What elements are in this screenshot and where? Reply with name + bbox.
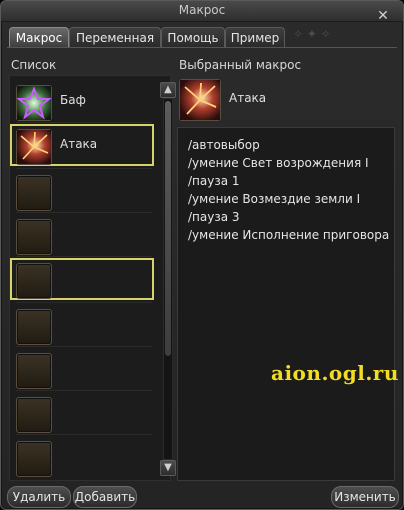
- ornament-icon: ✧ ✦ ✧: [293, 27, 331, 41]
- row-divider: [16, 302, 152, 303]
- empty-slot-icon: [16, 353, 52, 389]
- list-item-highlight[interactable]: [10, 258, 154, 300]
- scroll-up-icon[interactable]: ▲: [160, 82, 176, 98]
- row-divider: [16, 346, 152, 347]
- close-icon[interactable]: ✕: [375, 8, 391, 24]
- empty-slot-icon: [16, 397, 52, 433]
- list-item[interactable]: [10, 348, 154, 390]
- tab-help[interactable]: Помощь: [161, 27, 225, 48]
- row-divider: [16, 390, 152, 391]
- scroll-thumb[interactable]: [165, 101, 171, 356]
- selected-macro-icon: [179, 79, 221, 121]
- selected-macro-label: Выбранный макрос: [179, 58, 302, 72]
- list-label: Список: [11, 58, 57, 72]
- empty-slot-icon: [16, 263, 52, 299]
- delete-button[interactable]: Удалить: [7, 486, 71, 508]
- buff-star-icon: [16, 85, 52, 121]
- add-button[interactable]: Добавить: [73, 486, 137, 508]
- tab-macro[interactable]: Макрос: [9, 27, 69, 48]
- list-item[interactable]: [10, 392, 154, 434]
- tab-divider: [7, 47, 397, 48]
- macro-text-input[interactable]: [177, 127, 395, 481]
- row-divider: [16, 168, 152, 169]
- list-item[interactable]: [10, 304, 154, 346]
- window-title: Макрос: [178, 3, 226, 17]
- row-divider: [16, 256, 152, 257]
- macro-list: Баф Атака ▲ ▼: [9, 75, 176, 481]
- row-divider: [16, 434, 152, 435]
- list-item[interactable]: Баф: [10, 80, 154, 122]
- macro-window: Макрос ✕ Макрос Переменная Помощь Пример…: [0, 0, 404, 510]
- list-item[interactable]: [10, 214, 154, 256]
- empty-slot-icon: [16, 219, 52, 255]
- row-divider: [16, 122, 152, 123]
- empty-slot-icon: [16, 309, 52, 345]
- scroll-track[interactable]: [163, 98, 173, 460]
- list-item[interactable]: [10, 436, 154, 478]
- list-item-name: Баф: [60, 93, 86, 107]
- edit-button[interactable]: Изменить: [331, 486, 399, 508]
- list-item-selected[interactable]: Атака: [10, 124, 154, 166]
- attack-burst-icon: [16, 129, 52, 165]
- list-scrollbar[interactable]: ▲ ▼: [160, 82, 176, 476]
- selected-macro-name: Атака: [229, 91, 267, 105]
- tab-variable[interactable]: Переменная: [69, 27, 161, 48]
- title-bar[interactable]: Макрос ✕: [1, 1, 403, 24]
- tab-example[interactable]: Пример: [225, 27, 285, 48]
- list-item-name: Атака: [60, 137, 98, 151]
- empty-slot-icon: [16, 441, 52, 477]
- empty-slot-icon: [16, 175, 52, 211]
- scroll-down-icon[interactable]: ▼: [160, 460, 176, 476]
- list-item[interactable]: [10, 170, 154, 212]
- watermark-text: aion.ogl.ru: [271, 361, 399, 385]
- row-divider: [16, 212, 152, 213]
